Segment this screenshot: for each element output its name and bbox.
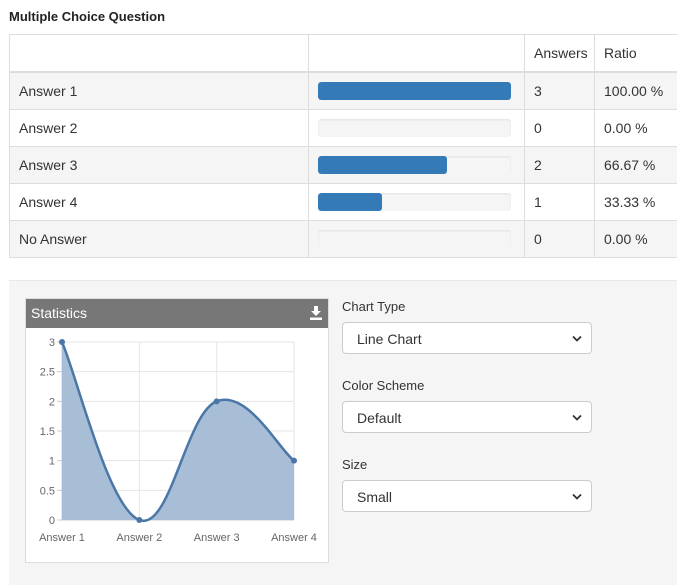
table-header-row: Answers Ratio [10,35,677,73]
chart-type-label: Chart Type [342,299,602,315]
color-scheme-label: Color Scheme [342,378,602,394]
statistics-title: Statistics [31,305,87,321]
answer-label: Answer 3 [10,147,309,184]
chart-type-select[interactable]: Line Chart [342,322,592,354]
progress-fill [318,193,382,211]
y-tick-label: 3 [49,337,55,349]
download-icon[interactable] [310,306,322,320]
header-answers: Answers [525,35,595,73]
header-answer [10,35,309,73]
data-point [136,517,142,523]
y-tick-label: 1 [49,456,55,468]
progress-cell [309,221,525,258]
progress-cell [309,184,525,221]
question-title: Multiple Choice Question [9,9,165,24]
color-scheme-select[interactable]: Default [342,401,592,433]
progress-cell [309,110,525,147]
progress-bar [318,119,511,137]
answer-count: 0 [525,221,595,258]
chart-controls: Chart Type Line Chart Color Scheme Defau… [342,299,602,536]
x-tick-label: Answer 2 [116,532,162,544]
color-scheme-value: Default [357,410,401,426]
statistics-chart: 0 0.5 1 1.5 2 2.5 3 Answer 1 Answer 2 Answer 3 Ans… [26,328,328,562]
chart-type-value: Line Chart [357,331,422,347]
answer-count: 2 [525,147,595,184]
answer-count: 1 [525,184,595,221]
x-tick-label: Answer 4 [271,532,317,544]
data-point [59,339,65,345]
statistics-panel: Statistics 0 0.5 1 1.5 2 2.5 3 Answer 1 Answer 2… [9,280,677,585]
answer-label: Answer 2 [10,110,309,147]
progress-fill [318,156,447,174]
table-row: Answer 3 2 66.67 % [10,147,677,184]
answer-ratio: 100.00 % [595,72,677,110]
answer-label: Answer 1 [10,72,309,110]
answer-label: No Answer [10,221,309,258]
y-tick-label: 2 [49,396,55,408]
y-tick-label: 0.5 [40,485,55,497]
y-tick-label: 0 [49,515,55,527]
progress-cell [309,147,525,184]
chevron-down-icon [572,414,582,422]
progress-bar [318,230,511,248]
answer-count: 0 [525,110,595,147]
statistics-header: Statistics [26,299,328,328]
chevron-down-icon [572,335,582,343]
statistics-box: Statistics 0 0.5 1 1.5 2 2.5 3 Answer 1 Answer 2… [25,298,329,563]
answer-label: Answer 4 [10,184,309,221]
table-row: Answer 1 3 100.00 % [10,72,677,110]
answer-ratio: 0.00 % [595,221,677,258]
results-table: Answers Ratio Answer 1 3 100.00 % Answer… [9,34,677,258]
table-row: Answer 2 0 0.00 % [10,110,677,147]
y-tick-label: 2.5 [40,367,55,379]
progress-bar [318,193,511,211]
x-tick-label: Answer 1 [39,532,85,544]
chevron-down-icon [572,493,582,501]
progress-bar [318,82,511,100]
answer-ratio: 0.00 % [595,110,677,147]
table-row: No Answer 0 0.00 % [10,221,677,258]
answer-ratio: 33.33 % [595,184,677,221]
data-point [214,398,220,404]
header-bar [309,35,525,73]
progress-fill [318,82,511,100]
progress-bar [318,156,511,174]
size-value: Small [357,489,392,505]
table-row: Answer 4 1 33.33 % [10,184,677,221]
progress-cell [309,72,525,110]
answer-count: 3 [525,72,595,110]
size-select[interactable]: Small [342,480,592,512]
x-tick-label: Answer 3 [194,532,240,544]
y-tick-label: 1.5 [40,426,55,438]
answer-ratio: 66.67 % [595,147,677,184]
header-ratio: Ratio [595,35,677,73]
size-label: Size [342,457,602,473]
data-point [291,458,297,464]
